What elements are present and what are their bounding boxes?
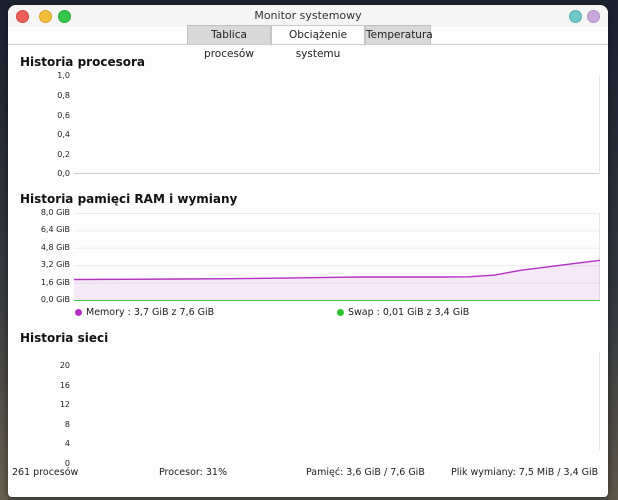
legend-swap: Swap : 0,01 GiB z 3,4 GiB — [337, 307, 469, 318]
network-ytick: 12 — [59, 400, 70, 409]
network-ytick: 20 — [59, 361, 70, 370]
memory-ytick: 8,0 GiB — [40, 208, 70, 217]
status-swap: Plik wymiany: 7,5 MiB / 3,4 GiB — [451, 467, 599, 478]
cpu-right-border — [599, 76, 600, 174]
status-bar: 261 procesów Procesor: 31% Pamięć: 3,6 G… — [8, 467, 608, 483]
swap-legend-dot — [337, 309, 344, 316]
cpu-baseline — [74, 173, 600, 174]
cpu-ytick: 0,0 — [57, 169, 70, 178]
window-title: Monitor systemowy — [254, 9, 362, 22]
system-monitor-window: Monitor systemowy Tablica procesów Obcią… — [8, 5, 608, 497]
title-bar[interactable]: Monitor systemowy — [8, 5, 608, 27]
network-history-chart — [74, 352, 600, 450]
cpu-ytick: 0,4 — [57, 130, 70, 139]
cpu-history-chart — [74, 76, 600, 174]
memory-ytick: 0,0 GiB — [40, 295, 70, 304]
purple-circle-button[interactable] — [587, 10, 600, 23]
status-cpu: Procesor: 31% — [159, 467, 227, 478]
tab-divider — [8, 44, 608, 45]
memory-history-chart — [74, 213, 600, 301]
network-history-title: Historia sieci — [20, 331, 109, 345]
status-memory: Pamięć: 3,6 GiB / 7,6 GiB — [306, 467, 425, 478]
tab-system-load[interactable]: Obciążenie systemu — [271, 25, 365, 60]
teal-circle-button[interactable] — [569, 10, 582, 23]
memory-ytick: 3,2 GiB — [40, 260, 70, 269]
cpu-history-title: Historia procesora — [20, 55, 145, 69]
tab-temperature[interactable]: Temperatura — [365, 25, 433, 44]
network-ytick: 8 — [64, 420, 70, 429]
memory-legend-dot — [75, 309, 82, 316]
status-process-count: 261 procesów — [12, 467, 79, 478]
cpu-ytick: 1,0 — [57, 71, 70, 80]
legend-memory: Memory : 3,7 GiB z 7,6 GiB — [75, 307, 214, 318]
network-right-border — [599, 352, 600, 450]
tab-bar: Tablica procesów Obciążenie systemu Temp… — [8, 25, 608, 60]
memory-ytick: 4,8 GiB — [40, 243, 70, 252]
memory-history-title: Historia pamięci RAM i wymiany — [20, 192, 238, 206]
memory-area-fill — [74, 260, 600, 301]
desktop-wallpaper-right — [608, 0, 618, 500]
network-ytick: 4 — [64, 439, 70, 448]
cpu-ytick: 0,8 — [57, 91, 70, 100]
cpu-ytick: 0,6 — [57, 111, 70, 120]
cpu-ytick: 0,2 — [57, 150, 70, 159]
memory-legend-label: Memory : 3,7 GiB z 7,6 GiB — [86, 307, 215, 318]
tab-process-table[interactable]: Tablica procesów — [187, 25, 271, 60]
memory-ytick: 1,6 GiB — [40, 278, 70, 287]
swap-legend-label: Swap : 0,01 GiB z 3,4 GiB — [348, 307, 470, 318]
network-ytick: 16 — [59, 381, 70, 390]
memory-ytick: 6,4 GiB — [40, 225, 70, 234]
